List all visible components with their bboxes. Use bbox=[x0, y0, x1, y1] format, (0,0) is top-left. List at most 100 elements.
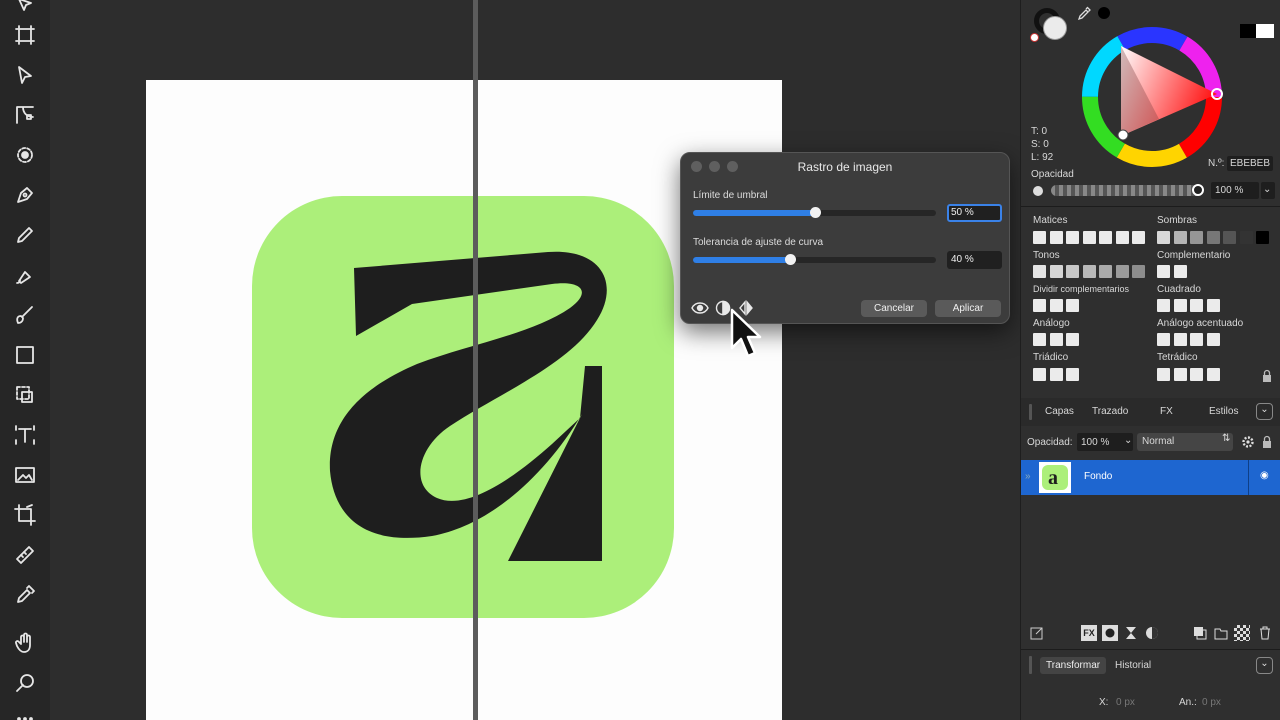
color-swatch[interactable] bbox=[1033, 299, 1046, 312]
opacity-input[interactable]: 100 % bbox=[1211, 182, 1259, 199]
layer-expand-icon[interactable]: » bbox=[1025, 471, 1031, 482]
gear-icon[interactable] bbox=[1240, 434, 1256, 450]
panel-grip[interactable] bbox=[1029, 404, 1032, 420]
tab-estilos[interactable]: Estilos bbox=[1209, 406, 1238, 417]
color-swatch[interactable] bbox=[1049, 333, 1063, 346]
layer-opacity-chevron-icon[interactable]: ⌄ bbox=[1124, 435, 1132, 446]
color-swatch[interactable] bbox=[1190, 299, 1203, 312]
color-swatch[interactable] bbox=[1190, 368, 1203, 381]
color-swatch[interactable] bbox=[1206, 368, 1220, 381]
pencil-tool-icon[interactable] bbox=[12, 222, 38, 248]
pen-tool-icon[interactable] bbox=[12, 182, 38, 208]
layer-name[interactable]: Fondo bbox=[1084, 471, 1112, 482]
color-swatch[interactable] bbox=[1206, 333, 1220, 346]
color-swatch[interactable] bbox=[1157, 265, 1170, 278]
hex-input[interactable]: EBEBEB bbox=[1227, 156, 1274, 171]
preview-eye-icon[interactable] bbox=[691, 299, 709, 317]
no-color-icon[interactable] bbox=[1030, 33, 1039, 42]
color-swatch[interactable] bbox=[1066, 333, 1079, 346]
tab-transformar[interactable]: Transformar bbox=[1040, 657, 1107, 674]
group-layers-icon[interactable] bbox=[1192, 625, 1208, 641]
panel-menu-chevron-icon[interactable]: ⌄ bbox=[1256, 403, 1273, 420]
trash-icon[interactable] bbox=[1257, 625, 1273, 641]
color-swatch[interactable] bbox=[1157, 333, 1170, 346]
color-swatch[interactable] bbox=[1206, 231, 1220, 244]
color-swatch[interactable] bbox=[1173, 368, 1187, 381]
color-swatch[interactable] bbox=[1082, 231, 1096, 244]
more-tools-icon[interactable] bbox=[12, 706, 38, 720]
color-swatch[interactable] bbox=[1033, 333, 1046, 346]
cancel-button[interactable]: Cancelar bbox=[861, 300, 927, 317]
color-swatch[interactable] bbox=[1173, 333, 1187, 346]
lock-icon[interactable] bbox=[1259, 368, 1275, 384]
color-swatch[interactable] bbox=[1049, 265, 1063, 278]
fill-color-well[interactable] bbox=[1043, 16, 1067, 40]
threshold-value-field[interactable]: 50 % bbox=[947, 204, 1002, 222]
edit-layer-icon[interactable] bbox=[1029, 625, 1045, 641]
layer-visibility-eye-icon[interactable]: ◉ bbox=[1260, 470, 1269, 481]
opacity-dropdown-chevron-icon[interactable]: ⌄ bbox=[1261, 182, 1275, 199]
tab-capas[interactable]: Capas bbox=[1045, 406, 1074, 417]
curve-tolerance-slider-knob[interactable] bbox=[785, 254, 797, 265]
x-input[interactable]: 0 px bbox=[1116, 697, 1135, 708]
image-tool-icon[interactable] bbox=[12, 462, 38, 488]
panel-grip[interactable] bbox=[1029, 656, 1032, 674]
color-swatch[interactable] bbox=[1132, 231, 1145, 244]
layer-lock-icon[interactable] bbox=[1259, 434, 1275, 450]
text-tool-icon[interactable] bbox=[12, 422, 38, 448]
color-swatch[interactable] bbox=[1190, 231, 1203, 244]
white-swatch[interactable] bbox=[1256, 24, 1274, 38]
color-swatch[interactable] bbox=[1115, 265, 1129, 278]
color-swatch[interactable] bbox=[1066, 368, 1079, 381]
dialog-titlebar[interactable]: Rastro de imagen bbox=[681, 153, 1009, 179]
color-swatch[interactable] bbox=[1066, 265, 1079, 278]
color-swatch[interactable] bbox=[1256, 231, 1269, 244]
corner-tool-icon[interactable] bbox=[12, 102, 38, 128]
tab-trazado[interactable]: Trazado bbox=[1092, 406, 1128, 417]
color-swatch[interactable] bbox=[1173, 265, 1187, 278]
eyedropper-tool-icon[interactable] bbox=[12, 582, 38, 608]
color-swatch[interactable] bbox=[1049, 299, 1063, 312]
vector-brush-icon[interactable] bbox=[12, 262, 38, 288]
color-swatch[interactable] bbox=[1173, 299, 1187, 312]
curve-tolerance-slider[interactable] bbox=[693, 254, 936, 265]
tab-historial[interactable]: Historial bbox=[1115, 660, 1151, 671]
measure-tool-icon[interactable] bbox=[12, 542, 38, 568]
mask-icon[interactable] bbox=[1102, 625, 1118, 641]
color-swatch[interactable] bbox=[1190, 333, 1203, 346]
color-swatch[interactable] bbox=[1033, 368, 1046, 381]
move-tool-icon[interactable] bbox=[12, 0, 38, 18]
opacity-slider[interactable] bbox=[1051, 184, 1204, 196]
hand-tool-icon[interactable] bbox=[12, 630, 38, 656]
live-filter-icon[interactable] bbox=[1144, 625, 1160, 641]
color-swatch[interactable] bbox=[1033, 265, 1046, 278]
width-input[interactable]: 0 px bbox=[1202, 697, 1221, 708]
color-swatch[interactable] bbox=[1082, 265, 1096, 278]
color-swatch[interactable] bbox=[1049, 231, 1063, 244]
color-swatch[interactable] bbox=[1157, 299, 1170, 312]
pixel-layer-icon[interactable] bbox=[1234, 625, 1250, 641]
color-swatch[interactable] bbox=[1099, 231, 1112, 244]
shape-builder-icon[interactable] bbox=[12, 382, 38, 408]
folder-icon[interactable] bbox=[1213, 625, 1229, 641]
node-tool-icon[interactable] bbox=[12, 62, 38, 88]
color-swatch[interactable] bbox=[1173, 231, 1187, 244]
color-swatch[interactable] bbox=[1239, 231, 1253, 244]
paint-brush-icon[interactable] bbox=[12, 302, 38, 328]
artboard-tool-icon[interactable] bbox=[12, 22, 38, 48]
rectangle-tool-icon[interactable] bbox=[12, 342, 38, 368]
layer-row-fondo[interactable]: » a Fondo ◉ bbox=[1021, 460, 1280, 495]
canvas[interactable] bbox=[50, 0, 1020, 720]
adjustment-icon[interactable] bbox=[1123, 625, 1139, 641]
zoom-tool-icon[interactable] bbox=[12, 670, 38, 696]
crop-tool-icon[interactable] bbox=[12, 502, 38, 528]
color-swatch[interactable] bbox=[1157, 368, 1170, 381]
color-swatch[interactable] bbox=[1115, 231, 1129, 244]
color-swatch[interactable] bbox=[1099, 265, 1112, 278]
threshold-slider-knob[interactable] bbox=[809, 207, 821, 218]
eyedropper-icon[interactable] bbox=[1076, 6, 1092, 22]
tab-fx[interactable]: FX bbox=[1160, 406, 1173, 417]
point-transform-icon[interactable] bbox=[12, 142, 38, 168]
blend-mode-select[interactable]: Normal bbox=[1137, 433, 1233, 451]
apply-button[interactable]: Aplicar bbox=[935, 300, 1001, 317]
